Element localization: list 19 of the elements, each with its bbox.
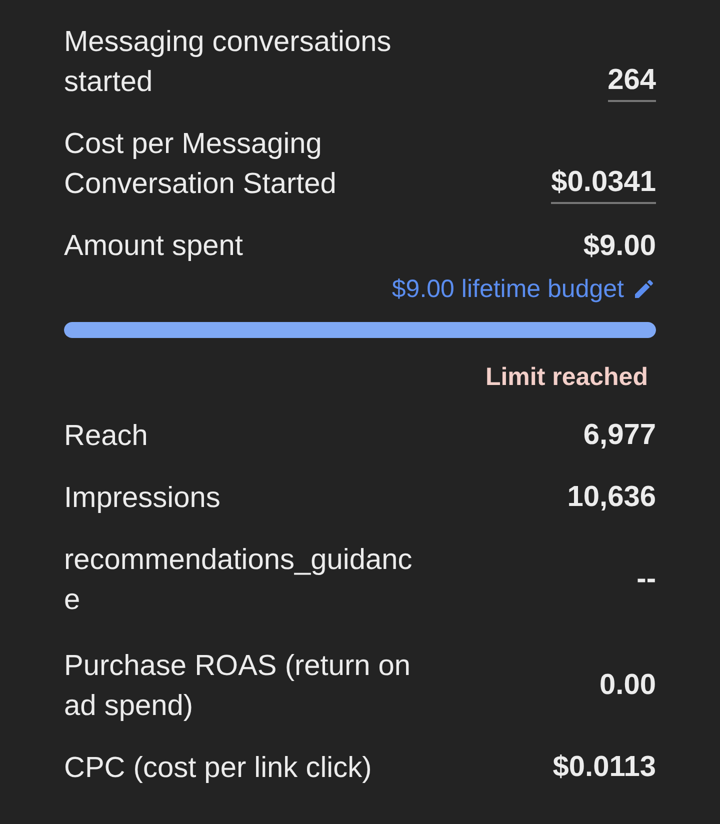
metric-value: 264 (608, 62, 656, 102)
metric-value: -- (636, 562, 656, 597)
metric-value: 6,977 (583, 418, 656, 453)
metric-value: $9.00 (583, 229, 656, 264)
metric-label: Messaging conversations started (64, 25, 392, 100)
metric-label: recommendations_guidanc e (64, 543, 414, 618)
metric-label: Amount spent (64, 229, 243, 264)
metric-value: 0.00 (600, 668, 656, 703)
metric-label: Reach (64, 419, 149, 454)
budget-link[interactable]: $9.00 lifetime budget (392, 272, 656, 306)
metric-value: 10,636 (567, 480, 656, 515)
metric-label: CPC (cost per link click) (64, 751, 373, 786)
pencil-icon (632, 277, 656, 301)
metric-label: Impressions (64, 481, 222, 516)
status-text: Limit reached (485, 362, 648, 393)
metric-value: $0.0341 (551, 164, 656, 204)
metric-label: Purchase ROAS (return on ad spend) (64, 649, 412, 724)
metric-label: Cost per Messaging Conversation Started (64, 127, 338, 202)
metric-value: $0.0113 (552, 750, 656, 785)
